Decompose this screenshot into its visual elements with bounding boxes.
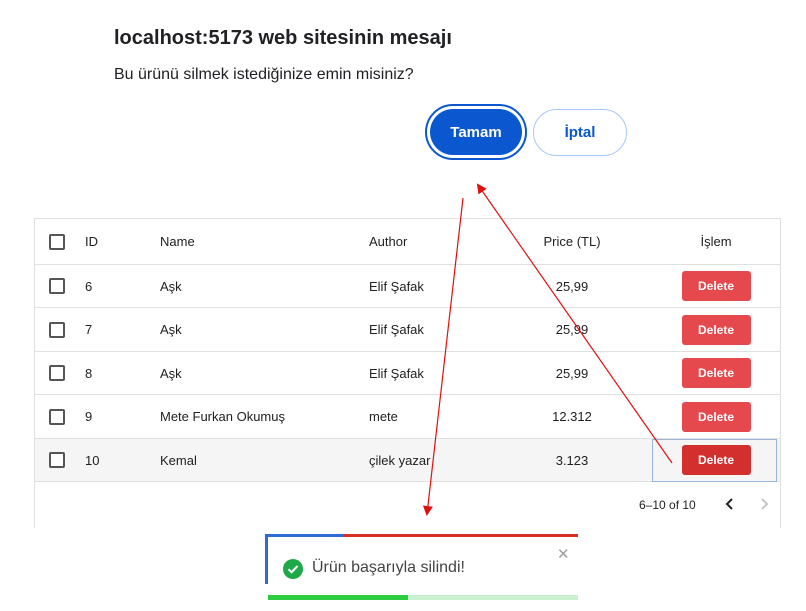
ok-button[interactable]: Tamam	[425, 104, 527, 160]
cell-id: 8	[85, 365, 93, 381]
table-header-row: ID Name Author Price (TL) İşlem	[35, 219, 780, 265]
cell-price: 25,99	[555, 322, 589, 337]
delete-button[interactable]: Delete	[681, 401, 751, 432]
toast-left-edge	[265, 534, 268, 584]
close-icon[interactable]: ✕	[557, 545, 570, 563]
table-row-selected[interactable]: 10 Kemal çilek yazar 3.123 Delete	[35, 439, 780, 482]
row-checkbox[interactable]	[49, 352, 65, 394]
toast-top-strip	[265, 534, 578, 537]
cell-id: 6	[85, 278, 93, 294]
cancel-button[interactable]: İptal	[533, 109, 627, 156]
toast-message: Ürün başarıyla silindi!	[312, 559, 465, 576]
cell-name: Aşk	[160, 322, 182, 337]
cell-id: 7	[85, 322, 93, 337]
cell-author: Elif Şafak	[369, 365, 424, 381]
products-table: ID Name Author Price (TL) İşlem 6 Aşk El…	[34, 218, 781, 528]
pagination-range: 6–10 of 10	[639, 498, 696, 512]
cell-author: Elif Şafak	[369, 278, 424, 294]
cell-name: Kemal	[160, 452, 197, 468]
column-header-price[interactable]: Price (TL)	[505, 219, 639, 264]
delete-button[interactable]: Delete	[681, 314, 751, 345]
table-row[interactable]: 6 Aşk Elif Şafak 25,99 Delete	[35, 265, 780, 308]
column-header-name[interactable]: Name	[160, 219, 195, 264]
cell-author: çilek yazar	[369, 452, 431, 468]
cell-price: 12.312	[552, 409, 592, 424]
select-all-checkbox[interactable]	[49, 219, 65, 264]
cell-id: 9	[85, 409, 93, 424]
cell-author: Elif Şafak	[369, 322, 424, 337]
check-circle-icon	[283, 559, 303, 579]
cell-author: mete	[369, 409, 398, 424]
ok-button-label: Tamam	[430, 109, 522, 155]
column-header-id[interactable]: ID	[85, 219, 98, 264]
table-footer: 6–10 of 10	[35, 482, 780, 529]
delete-button[interactable]: Delete	[681, 358, 751, 388]
delete-button[interactable]: Delete	[681, 271, 751, 301]
cell-id: 10	[85, 452, 100, 468]
column-header-action: İşlem	[700, 234, 732, 249]
row-checkbox[interactable]	[49, 265, 65, 307]
table-row[interactable]: 9 Mete Furkan Okumuş mete 12.312 Delete	[35, 395, 780, 439]
cell-name: Aşk	[160, 278, 182, 294]
column-header-author[interactable]: Author	[369, 219, 407, 264]
row-checkbox[interactable]	[49, 395, 65, 438]
table-row[interactable]: 7 Aşk Elif Şafak 25,99 Delete	[35, 308, 780, 352]
cell-name: Mete Furkan Okumuş	[160, 409, 285, 424]
chevron-left-icon[interactable]	[721, 495, 739, 513]
cell-price: 3.123	[555, 452, 589, 468]
row-checkbox[interactable]	[49, 439, 65, 481]
cell-price: 25,99	[555, 365, 589, 381]
success-toast: Ürün başarıyla silindi! ✕	[265, 534, 578, 600]
dialog-message: Bu ürünü silmek istediğinize emin misini…	[114, 66, 414, 83]
cell-name: Aşk	[160, 365, 182, 381]
delete-button[interactable]: Delete	[681, 445, 751, 475]
chevron-right-icon[interactable]	[755, 495, 773, 513]
dialog-title: localhost:5173 web sitesinin mesajı	[114, 27, 452, 49]
cell-price: 25,99	[555, 278, 589, 294]
row-checkbox[interactable]	[49, 308, 65, 351]
table-row[interactable]: 8 Aşk Elif Şafak 25,99 Delete	[35, 352, 780, 395]
toast-progress-bar	[268, 595, 408, 600]
